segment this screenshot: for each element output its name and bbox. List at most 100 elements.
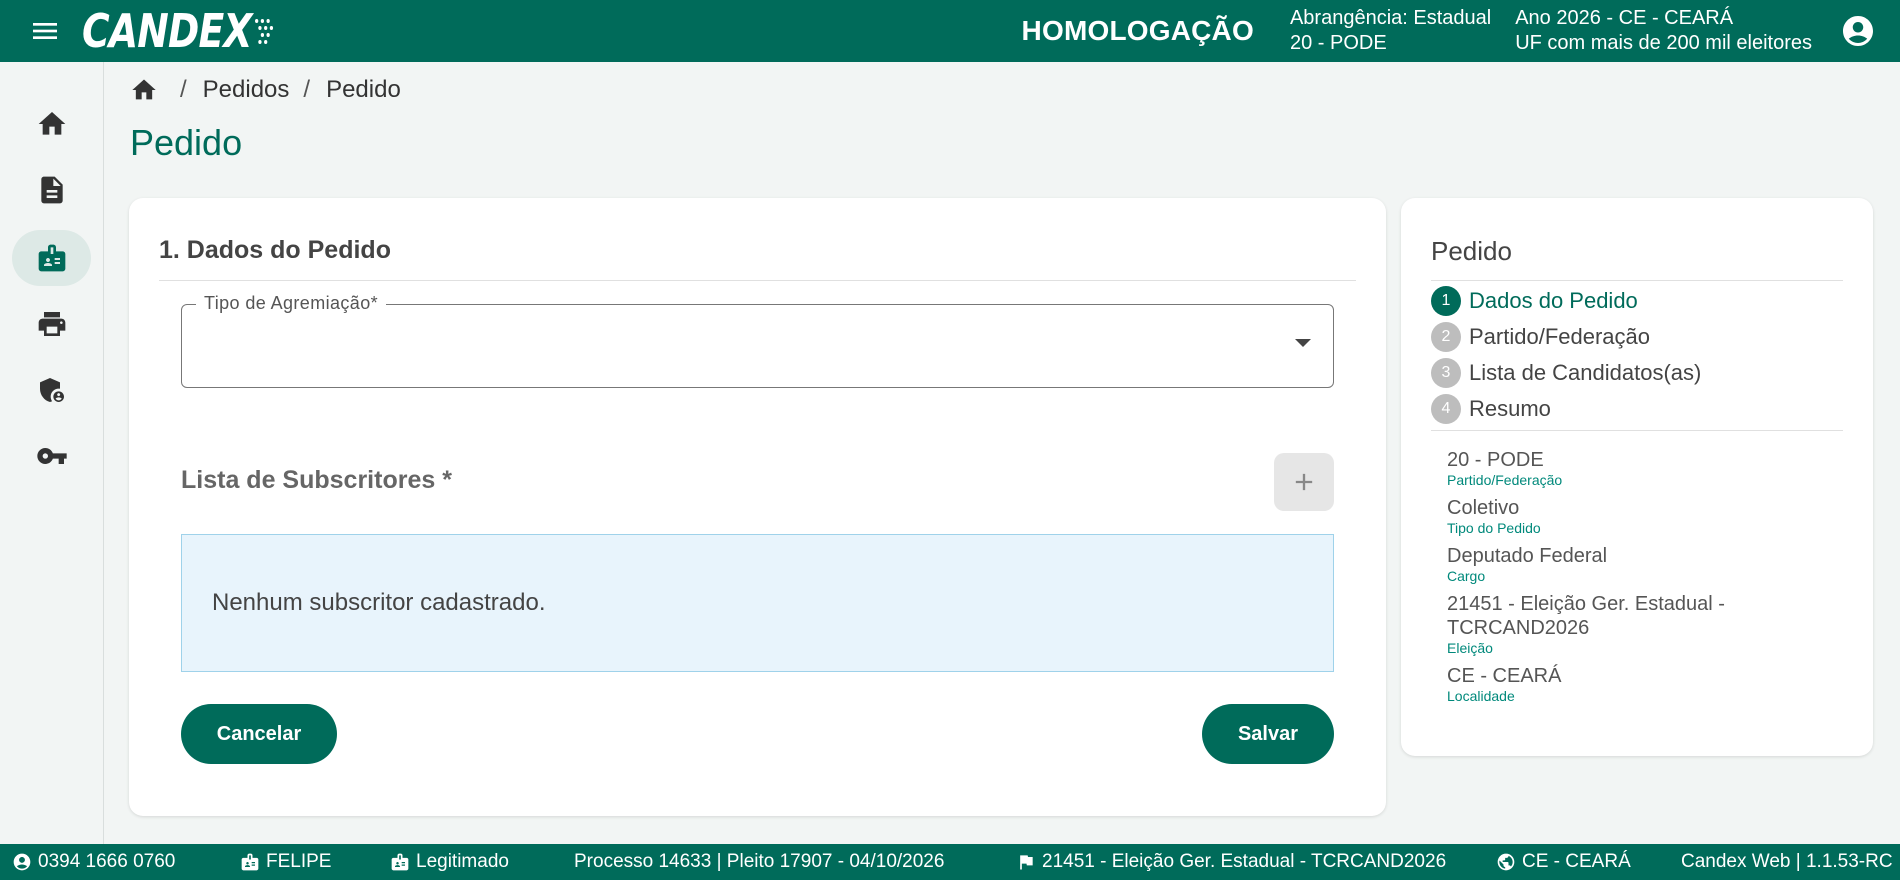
summary-label: Localidade (1447, 688, 1515, 704)
candex-logo[interactable]: CANDEX (82, 4, 275, 58)
footer-processo-text: Processo 14633 | Pleito 17907 - 04/10/20… (574, 851, 945, 872)
top-bar: CANDEX HOMOLOGAÇÃO Abrangência: Estadual… (0, 0, 1900, 62)
summary-value: 20 - PODE (1447, 449, 1544, 471)
step-label: Resumo (1469, 396, 1551, 421)
footer-user-name: FELIPE (240, 844, 331, 880)
step-number: 2 (1431, 322, 1461, 352)
footer-user-id: 0394 1666 0760 (12, 844, 175, 880)
breadcrumb-pedido: Pedido (326, 76, 401, 103)
summary-eleicao: 21451 - Eleição Ger. Estadual - TCRCAND2… (1447, 592, 1837, 656)
dropdown-arrow-icon (1295, 339, 1311, 347)
breadcrumb-pedidos[interactable]: Pedidos (203, 76, 290, 104)
summary-partido: 20 - PODE Partido/Federação (1447, 448, 1837, 488)
sidebar-item-documents[interactable] (12, 162, 91, 218)
footer-processo: Processo 14633 | Pleito 17907 - 04/10/20… (574, 844, 944, 880)
step-label: Partido/Federação (1469, 324, 1650, 349)
subscritores-title: Lista de Subscritores * (181, 466, 452, 494)
sidebar-item-keys[interactable] (12, 428, 91, 484)
footer-eleicao-text: 21451 - Eleição Ger. Estadual - TCRCAND2… (1042, 851, 1447, 872)
abrangencia-line1: Abrangência: Estadual (1289, 7, 1492, 29)
summary-localidade: CE - CEARÁ Localidade (1447, 664, 1837, 704)
breadcrumb-home[interactable] (130, 76, 158, 104)
globe-icon (1497, 853, 1515, 871)
sidebar-item-print[interactable] (12, 296, 91, 352)
footer-version: Candex Web | 1.1.53-RC (1681, 844, 1893, 880)
footer-role: Legitimado (390, 844, 509, 880)
summary-value: 21451 - Eleição Ger. Estadual - TCRCAND2… (1447, 593, 1725, 639)
section-title: 1. Dados do Pedido (159, 236, 391, 264)
summary-label: Tipo do Pedido (1447, 520, 1541, 536)
ano-line2: UF com mais de 200 mil eleitores (1515, 32, 1812, 54)
home-icon (38, 112, 65, 135)
summary-label: Eleição (1447, 640, 1493, 656)
flag-icon (1020, 855, 1033, 870)
document-icon (40, 176, 63, 204)
breadcrumb-separator: / (303, 76, 311, 103)
tipo-agremiacao-label: Tipo de Agremiação* (196, 293, 387, 314)
summary-title: Pedido (1431, 236, 1512, 266)
ano-line1: Ano 2026 - CE - CEARÁ (1515, 7, 1734, 29)
logo-text: CANDEX (82, 4, 253, 58)
ano-info: Ano 2026 - CE - CEARÁ UF com mais de 200… (1515, 6, 1812, 56)
sidebar-item-pedidos[interactable] (12, 230, 91, 286)
empty-subscritores-message: Nenhum subscritor cadastrado. (181, 534, 1334, 672)
summary-label: Cargo (1447, 568, 1486, 584)
key-icon (36, 448, 67, 464)
summary-cargo: Deputado Federal Cargo (1447, 544, 1837, 584)
pedido-summary-card: Pedido 1 Dados do Pedido 2 Partido/Feder… (1401, 198, 1873, 756)
empty-message-text: Nenhum subscritor cadastrado. (212, 589, 546, 616)
tipo-agremiacao-select[interactable]: Tipo de Agremiação* (181, 293, 1334, 388)
step-number: 4 (1431, 394, 1461, 424)
abrangencia-info: Abrangência: Estadual 20 - PODE (1290, 6, 1491, 56)
hamburger-menu-icon (33, 23, 57, 39)
abrangencia-line2: 20 - PODE (1289, 32, 1387, 54)
summary-divider (1431, 280, 1843, 281)
user-account-button[interactable] (1836, 9, 1880, 53)
step-resumo[interactable]: 4 Resumo (1431, 394, 1551, 424)
add-subscritor-button[interactable] (1274, 453, 1334, 511)
sidebar (0, 62, 104, 844)
footer-user-id-text: 0394 1666 0760 (38, 851, 176, 872)
status-footer: 0394 1666 0760 FELIPE Legitimado Process… (0, 844, 1900, 880)
badge-icon (391, 853, 409, 871)
footer-user-name-text: FELIPE (266, 851, 332, 872)
account-circle-icon (1843, 16, 1873, 46)
summary-value: CE - CEARÁ (1447, 665, 1562, 687)
summary-value: Deputado Federal (1447, 545, 1608, 567)
cancel-button[interactable]: Cancelar (181, 704, 337, 764)
step-label: Lista de Candidatos(as) (1469, 360, 1702, 385)
account-circle-icon (13, 853, 31, 871)
menu-button[interactable] (22, 8, 68, 54)
step-partido-federacao[interactable]: 2 Partido/Federação (1431, 322, 1650, 352)
summary-value: Coletivo (1447, 497, 1520, 519)
footer-eleicao: 21451 - Eleição Ger. Estadual - TCRCAND2… (1016, 844, 1446, 880)
badge-icon (241, 853, 259, 871)
printer-icon (38, 312, 65, 336)
page-title: Pedido (130, 122, 243, 163)
sidebar-item-home[interactable] (12, 96, 91, 152)
summary-tipo-pedido: Coletivo Tipo do Pedido (1447, 496, 1837, 536)
pedido-form-card: 1. Dados do Pedido Tipo de Agremiação* L… (129, 198, 1386, 816)
step-lista-candidatos[interactable]: 3 Lista de Candidatos(as) (1431, 358, 1701, 388)
step-number: 3 (1431, 358, 1461, 388)
step-number: 1 (1431, 286, 1461, 316)
sidebar-item-security[interactable] (12, 362, 91, 418)
breadcrumb: / Pedidos / Pedido (130, 76, 401, 104)
home-icon (132, 79, 156, 100)
breadcrumb-separator: / (180, 76, 187, 103)
logo-dots-icon (253, 13, 274, 49)
section-divider (159, 280, 1356, 281)
step-dados-do-pedido[interactable]: 1 Dados do Pedido (1431, 286, 1638, 316)
footer-localidade-text: CE - CEARÁ (1522, 851, 1631, 872)
plus-icon (1295, 473, 1313, 491)
save-button[interactable]: Salvar (1202, 704, 1334, 764)
footer-role-text: Legitimado (416, 851, 509, 872)
environment-label: HOMOLOGAÇÃO (1021, 15, 1254, 46)
footer-version-text: Candex Web | 1.1.53-RC (1681, 851, 1893, 872)
step-label: Dados do Pedido (1469, 288, 1638, 313)
summary-divider (1431, 430, 1843, 431)
footer-localidade: CE - CEARÁ (1496, 844, 1631, 880)
badge-icon (38, 244, 65, 272)
shield-user-icon (39, 378, 64, 402)
summary-label: Partido/Federação (1447, 472, 1563, 488)
